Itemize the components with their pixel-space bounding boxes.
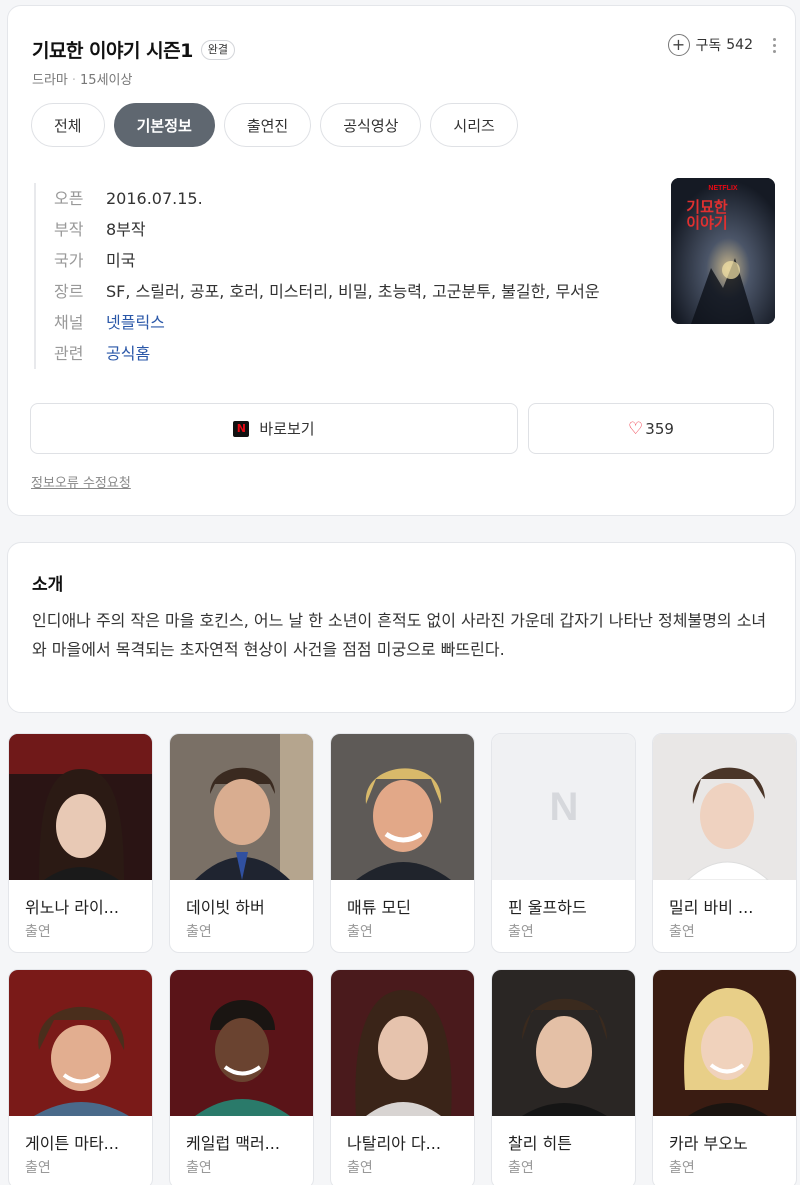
cast-name: 밀리 바비 ... <box>669 898 754 917</box>
cast-role: 출연 <box>347 924 373 940</box>
cast-photo <box>9 970 152 1116</box>
info-value: 미국 <box>106 251 136 270</box>
age-rating: 15세이상 <box>80 73 133 88</box>
cast-role: 출연 <box>186 1160 212 1176</box>
cast-role: 출연 <box>25 1160 51 1176</box>
cast-photo <box>170 734 313 880</box>
poster-badge: NETFLIX <box>708 185 737 192</box>
cast-role: 출연 <box>669 924 695 940</box>
channel-link[interactable]: 넷플릭스 <box>106 307 654 338</box>
separator-dot-icon: · <box>71 73 77 88</box>
report-error-link[interactable]: 정보오류 수정요청 <box>31 472 131 491</box>
cast-card[interactable]: N 핀 울프하드 출연 <box>491 733 636 953</box>
subscribe-button[interactable]: + 구독 542 <box>667 34 753 56</box>
info-key: 오픈 <box>54 189 84 208</box>
poster-image[interactable]: NETFLIX 기묘한 이야기 <box>671 178 775 324</box>
cast-photo <box>170 970 313 1116</box>
info-row-genre: 장르 SF, 스릴러, 공포, 호러, 미스터리, 비밀, 초능력, 고군분투,… <box>54 276 654 307</box>
tab-official-videos[interactable]: 공식영상 <box>320 103 422 147</box>
cast-card[interactable]: 카라 부오노 출연 <box>652 969 797 1185</box>
info-value: 2016.07.15. <box>106 189 203 208</box>
official-home-link[interactable]: 공식홈 <box>106 338 654 369</box>
tab-cast[interactable]: 출연진 <box>223 103 312 147</box>
info-key: 부작 <box>54 220 84 239</box>
status-badge: 완결 <box>200 39 236 60</box>
info-key: 채널 <box>54 313 84 332</box>
more-options-icon[interactable] <box>771 38 777 53</box>
cast-card[interactable]: 위노나 라이... 출연 <box>8 733 153 953</box>
cast-role: 출연 <box>508 924 534 940</box>
cast-photo <box>492 970 635 1116</box>
cast-name: 카라 부오노 <box>669 1134 748 1153</box>
tab-basic-info[interactable]: 기본정보 <box>113 103 215 147</box>
placeholder-photo: N <box>492 734 635 880</box>
heart-icon: ♡ <box>628 418 644 439</box>
subscribe-count: 542 <box>726 37 753 53</box>
poster-title-line2: 이야기 <box>686 214 727 232</box>
cast-role: 출연 <box>25 924 51 940</box>
tab-bar: 전체 기본정보 출연진 공식영상 시리즈 <box>31 103 518 147</box>
cast-card[interactable]: 나탈리아 다... 출연 <box>330 969 475 1185</box>
intro-card: 소개 인디애나 주의 작은 마을 호킨스, 어느 날 한 소년이 흔적도 없이 … <box>7 542 796 713</box>
info-row-channel: 채널 넷플릭스 <box>54 307 654 338</box>
info-list: 오픈 2016.07.15. 부작 8부작 국가 미국 장르 SF, 스릴러, … <box>34 183 654 369</box>
cast-name: 매튜 모딘 <box>347 898 411 917</box>
cast-name: 게이튼 마타... <box>25 1134 119 1153</box>
cast-name: 나탈리아 다... <box>347 1134 441 1153</box>
subtitle: 드라마 · 15세이상 <box>32 69 132 88</box>
plus-icon: + <box>667 34 690 56</box>
cast-card[interactable]: 게이튼 마타... 출연 <box>8 969 153 1185</box>
info-row-related: 관련 공식홈 <box>54 338 654 369</box>
cast-photo <box>653 734 796 880</box>
cast-photo <box>9 734 152 880</box>
intro-text: 인디애나 주의 작은 마을 호킨스, 어느 날 한 소년이 흔적도 없이 사라진… <box>32 611 767 659</box>
cast-name: 데이빗 하버 <box>186 898 265 917</box>
cast-card[interactable]: 매튜 모딘 출연 <box>330 733 475 953</box>
info-row-country: 국가 미국 <box>54 245 654 276</box>
netflix-icon: N <box>233 420 250 437</box>
drama-info-card: 기묘한 이야기 시즌1 완결 드라마 · 15세이상 + 구독 542 전체 기본정… <box>7 5 796 516</box>
info-value: SF, 스릴러, 공포, 호러, 미스터리, 비밀, 초능력, 고군분투, 불길… <box>106 282 600 301</box>
cast-role: 출연 <box>669 1160 695 1176</box>
watch-now-button[interactable]: N 바로보기 <box>30 403 518 454</box>
cast-grid: 위노나 라이... 출연 데이빗 하버 출연 매튜 모딘 출연 N 핀 울프하드 <box>8 733 797 1185</box>
genre-label: 드라마 <box>32 73 68 88</box>
svg-text:N: N <box>550 785 579 829</box>
poster-artwork: NETFLIX 기묘한 이야기 <box>671 178 775 324</box>
cast-photo <box>331 734 474 880</box>
cast-name: 찰리 히튼 <box>508 1134 572 1153</box>
info-row-episodes: 부작 8부작 <box>54 214 654 245</box>
info-row-open: 오픈 2016.07.15. <box>54 183 654 214</box>
cast-card[interactable]: 밀리 바비 ... 출연 <box>652 733 797 953</box>
cast-role: 출연 <box>347 1160 373 1176</box>
info-key: 관련 <box>54 344 84 363</box>
info-value: 8부작 <box>106 220 146 239</box>
page-title[interactable]: 기묘한 이야기 시즌1 <box>32 36 193 63</box>
cast-card[interactable]: 케일럽 맥러... 출연 <box>169 969 314 1185</box>
tab-series[interactable]: 시리즈 <box>430 103 518 147</box>
cast-card[interactable]: 데이빗 하버 출연 <box>169 733 314 953</box>
subscribe-label: 구독 <box>695 38 722 54</box>
like-button[interactable]: ♡ 359 <box>528 403 774 454</box>
cast-name: 핀 울프하드 <box>508 898 587 917</box>
cast-photo <box>331 970 474 1116</box>
cast-role: 출연 <box>508 1160 534 1176</box>
cast-role: 출연 <box>186 924 212 940</box>
like-count: 359 <box>645 419 674 438</box>
cast-name: 케일럽 맥러... <box>186 1134 280 1153</box>
info-key: 장르 <box>54 282 84 301</box>
cast-name: 위노나 라이... <box>25 898 119 917</box>
cast-card[interactable]: 찰리 히튼 출연 <box>491 969 636 1185</box>
title-row: 기묘한 이야기 시즌1 완결 <box>32 36 236 63</box>
intro-title: 소개 <box>32 575 64 595</box>
info-key: 국가 <box>54 251 84 270</box>
watch-now-label: 바로보기 <box>259 420 315 438</box>
tab-all[interactable]: 전체 <box>31 103 105 147</box>
cast-photo <box>653 970 796 1116</box>
